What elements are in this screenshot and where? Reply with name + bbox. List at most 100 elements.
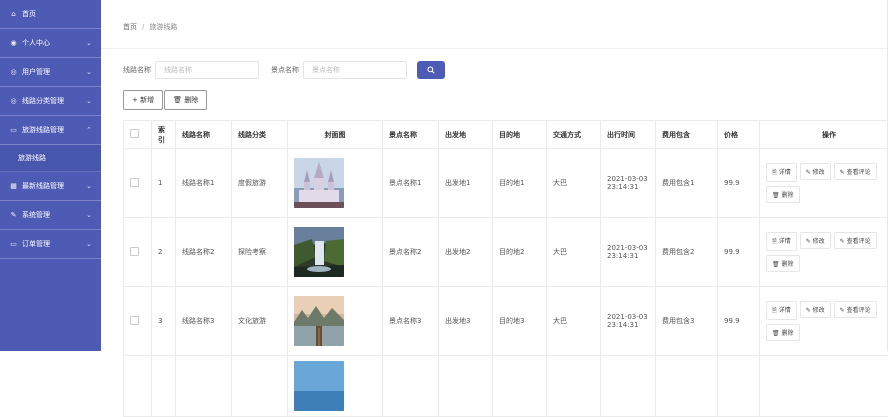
cover-image-partial [294,361,344,411]
breadcrumb: 首页 / 旅游线路 [123,22,177,32]
cell-transport: 大巴 [547,218,601,287]
cell-index: 2 [152,218,176,287]
cell-price: 99.9 [718,149,760,218]
sidebar-item-route-management[interactable]: ▭ 旅游线路管理 ⌃ [0,116,101,145]
sidebar-item-home[interactable]: ⌂首页 [0,0,101,29]
cover-image-castle [294,158,344,208]
cell-route-name: 线路名称2 [176,218,232,287]
chevron-down-icon: ⌄ [86,68,92,76]
row-delete-button[interactable]: 🗑 删除 [766,255,800,272]
row-checkbox[interactable] [130,178,139,187]
main-content: 首页/旅游线路 线路名称 景点名称 + 新增 🗑 删除 索引 线路名称 线路分类 [101,0,888,351]
chevron-up-icon: ⌃ [86,126,92,134]
sidebar-subitem-label: 旅游线路 [18,153,46,163]
edit-button[interactable]: ✎ 修改 [800,301,831,318]
header-select-all[interactable] [124,121,152,149]
order-icon: ▭ [9,240,18,249]
cell-time: 2021-03-03 23:14:31 [601,287,656,356]
edit-button[interactable]: ✎ 修改 [800,163,831,180]
route-icon: ▭ [9,126,18,135]
detail-button[interactable]: 🗎 详情 [766,232,797,251]
settings-icon: ✎ [9,211,18,220]
sidebar-item-label: 订单管理 [22,239,50,249]
breadcrumb-home[interactable]: 首页 [123,23,137,31]
cover-image-waterfall [294,227,344,277]
cell-category: 度假旅游 [232,149,288,218]
sidebar-item-label: 线路分类管理 [22,96,64,106]
spot-name-label: 景点名称 [271,65,299,75]
category-icon: ◎ [9,97,18,106]
spot-name-input[interactable] [303,61,407,79]
sidebar-item-system-management[interactable]: ✎ 系统管理 ⌄ [0,201,101,230]
route-name-input[interactable] [155,61,259,79]
cell-transport: 大巴 [547,287,601,356]
cell-from: 出发地1 [439,149,493,218]
cell-index: 1 [152,149,176,218]
search-icon [427,66,435,74]
search-button[interactable] [417,61,445,79]
view-review-button[interactable]: ✎ 查看评论 [834,232,877,249]
cell-index: 3 [152,287,176,356]
chevron-down-icon: ⌄ [86,211,92,219]
cell-spot-name: 景点名称2 [383,218,439,287]
sidebar-item-user-management[interactable]: ◎用户管理⌄ [0,58,101,87]
sidebar-item-personal-center[interactable]: ◉ 个人中心 ⌄ [0,29,101,58]
breadcrumb-current: 旅游线路 [149,23,177,31]
chevron-down-icon: ⌄ [86,240,92,248]
sidebar-item-label: 用户管理 [22,67,50,77]
row-checkbox[interactable] [130,316,139,325]
cell-to: 目的地3 [493,287,547,356]
sidebar: ⌂首页 ◉ 个人中心 ⌄ ◎ 用户管理 ⌄ ◎ 线路分类管理 ⌄ ▭ 旅游线路管理 ⌃ 旅游线路… [0,0,101,351]
cell-fee: 费用包含3 [656,287,718,356]
view-review-button[interactable]: ✎ 查看评论 [834,301,877,318]
cell-from: 出发地2 [439,218,493,287]
cell-route-name: 线路名称1 [176,149,232,218]
header-divider [101,48,888,49]
delete-button[interactable]: 🗑 删除 [164,90,207,110]
chevron-down-icon: ⌄ [86,182,92,190]
cell-spot-name: 景点名称3 [383,287,439,356]
search-bar: 线路名称 景点名称 [123,61,445,79]
table-row: 2 线路名称2 探险考察 景点名称 [124,218,888,287]
sidebar-item-latest-routes[interactable]: ▦最新线路管理⌄ [0,172,101,201]
header-cell: 封面图 [288,121,383,149]
header-cell: 目的地 [493,121,547,149]
sidebar-item-label: 个人中心 [22,38,50,48]
cell-fee: 费用包含2 [656,218,718,287]
cell-time: 2021-03-03 23:14:31 [601,218,656,287]
edit-button[interactable]: ✎ 修改 [800,232,831,249]
routes-table: 索引 线路名称 线路分类 封面图 景点名称 出发地 目的地 交通方式 出行时间 … [123,120,888,417]
header-cell: 价格 [718,121,760,149]
route-name-label: 线路名称 [123,65,151,75]
header-cell: 出行时间 [601,121,656,149]
header-cell: 景点名称 [383,121,439,149]
header-cell: 出发地 [439,121,493,149]
chevron-down-icon: ⌄ [86,39,92,47]
cover-image-lake-pier [294,296,344,346]
sidebar-item-label: 旅游线路管理 [22,125,64,135]
sidebar-subitem-routes[interactable]: 旅游线路 [0,145,101,172]
breadcrumb-separator: / [142,23,144,31]
row-checkbox[interactable] [130,247,139,256]
header-cell: 费用包含 [656,121,718,149]
add-button[interactable]: + 新增 [123,90,163,110]
sidebar-item-category-management[interactable]: ◎ 线路分类管理 ⌄ [0,87,101,116]
user-icon: ◉ [9,39,18,48]
cell-operations: 🗎 详情✎ 修改✎ 查看评论 🗑 删除 [760,287,888,356]
select-all-checkbox[interactable] [130,129,139,138]
row-delete-button[interactable]: 🗑 删除 [766,186,800,203]
sidebar-item-label: 系统管理 [22,210,50,220]
table-row: 1 线路名称1 度假旅游 [124,149,888,218]
header-cell: 交通方式 [547,121,601,149]
table-row: 3 线路名称3 文化旅游 景点名称3 出发地 [124,287,888,356]
detail-button[interactable]: 🗎 详情 [766,301,797,320]
cell-category: 探险考察 [232,218,288,287]
view-review-button[interactable]: ✎ 查看评论 [834,163,877,180]
header-cell: 操作 [760,121,888,149]
row-delete-button[interactable]: 🗑 删除 [766,324,800,341]
cell-to: 目的地2 [493,218,547,287]
cell-time: 2021-03-03 23:14:31 [601,149,656,218]
sidebar-item-order-management[interactable]: ▭ 订单管理 ⌄ [0,230,101,259]
chevron-down-icon: ⌄ [86,97,92,105]
detail-button[interactable]: 🗎 详情 [766,163,797,182]
